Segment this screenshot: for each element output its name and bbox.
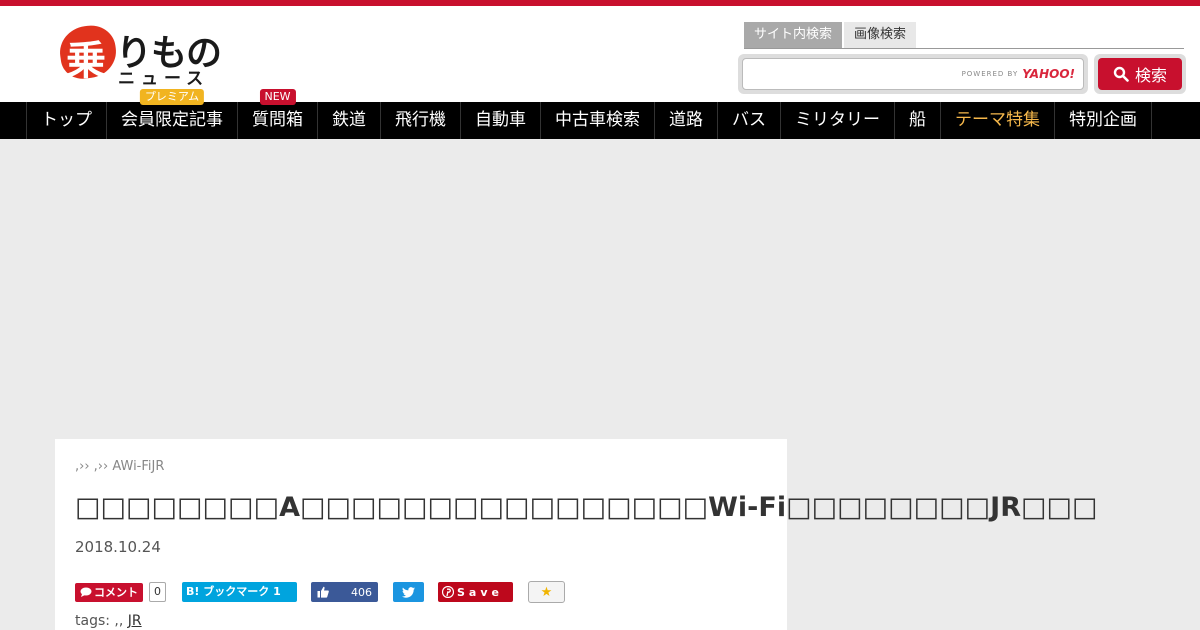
breadcrumb[interactable]: ,›› ,›› AWi-FiJR [75, 459, 767, 474]
nav-label: 船 [909, 110, 926, 130]
comment-label: コメント [94, 586, 138, 599]
search-icon [1113, 66, 1129, 82]
nav-label: 中古車検索 [555, 110, 640, 130]
nav-label: 特別企画 [1069, 110, 1137, 130]
premium-badge: プレミアム [139, 89, 205, 105]
article-title: □□□□□□□□A□□□□□□□□□□□□□□□□Wi-Fi□□□□□□□□JR… [75, 492, 1098, 523]
tags-separators: ,, [114, 613, 128, 629]
article-card: ,›› ,›› AWi-FiJR □□□□□□□□A□□□□□□□□□□□□□□… [55, 439, 1098, 630]
search-box: POWERED BY YAHOO! [738, 54, 1088, 94]
hatena-label: B! ブックマーク [186, 585, 270, 598]
nav-item-members[interactable]: プレミアム 会員限定記事 [106, 89, 237, 139]
yahoo-logo-text: YAHOO! [1022, 67, 1075, 81]
pin-label: Save [457, 585, 503, 599]
nav-item-roads[interactable]: 道路 [654, 102, 717, 139]
search-tabs-divider [744, 48, 1184, 49]
nav-label: 飛行機 [395, 110, 446, 130]
nav-label: トップ [41, 110, 92, 130]
star-icon: ★ [540, 584, 553, 600]
speech-bubble-icon [80, 587, 92, 597]
search-tabs: サイト内検索 画像検索 [744, 22, 917, 48]
article-date: 2018.10.24 [75, 538, 161, 556]
nav-label: テーマ特集 [955, 110, 1040, 130]
pinterest-icon [442, 586, 454, 598]
nav-item-themes[interactable]: テーマ特集 [940, 102, 1054, 139]
facebook-like-button[interactable]: 406 [311, 582, 378, 602]
favorite-button[interactable]: ★ [528, 581, 565, 603]
logo-kanji: 乗 [66, 38, 106, 84]
nav-label: 質問箱 [252, 110, 303, 130]
nav-label: 鉄道 [332, 110, 366, 130]
nav-label: 自動車 [475, 110, 526, 130]
search-input[interactable]: POWERED BY YAHOO! [742, 58, 1084, 90]
thumbs-up-icon [317, 586, 329, 598]
hatena-count: 1 [273, 585, 281, 598]
nav-item-bus[interactable]: バス [717, 102, 780, 139]
tab-site-search[interactable]: サイト内検索 [744, 22, 843, 48]
logo-subtitle: ニュース [118, 69, 210, 89]
tab-image-search[interactable]: 画像検索 [844, 22, 917, 48]
search-button-label: 検索 [1134, 66, 1167, 85]
tag-link-jr[interactable]: JR [128, 613, 142, 629]
nav-item-cars[interactable]: 自動車 [460, 102, 540, 139]
nav-item-used-cars[interactable]: 中古車検索 [540, 102, 654, 139]
share-buttons: コメント 0 B! ブックマーク 1 406 Save ★ [75, 581, 565, 603]
nav-item-railway[interactable]: 鉄道 [317, 102, 380, 139]
nav-item-ships[interactable]: 船 [894, 102, 940, 139]
nav-label: 道路 [669, 110, 703, 130]
search-button-frame: 検索 [1094, 54, 1186, 94]
new-badge: NEW [259, 89, 296, 105]
pinterest-save-button[interactable]: Save [438, 582, 513, 602]
nav-label: ミリタリー [795, 110, 880, 130]
powered-by-text: POWERED BY [961, 70, 1019, 78]
nav-item-top[interactable]: トップ [26, 102, 106, 139]
like-count: 406 [351, 585, 372, 599]
nav-item-aircraft[interactable]: 飛行機 [380, 102, 460, 139]
comment-count: 0 [149, 582, 166, 602]
main-nav: トップ プレミアム 会員限定記事 NEW 質問箱 鉄道 飛行機 自動車 中古車検… [0, 89, 1200, 139]
twitter-bird-icon [402, 586, 415, 598]
nav-item-special[interactable]: 特別企画 [1054, 102, 1152, 139]
yahoo-powered-mark: POWERED BY YAHOO! [962, 67, 1075, 81]
comment-button[interactable]: コメント [75, 582, 143, 602]
nav-label: バス [732, 110, 766, 130]
search-button[interactable]: 検索 [1098, 58, 1182, 90]
nav-item-military[interactable]: ミリタリー [780, 102, 894, 139]
hatena-bookmark-button[interactable]: B! ブックマーク 1 [182, 582, 297, 602]
nav-item-questions[interactable]: NEW 質問箱 [237, 89, 317, 139]
tags-label: tags: [75, 613, 110, 629]
site-logo[interactable]: 乗 りもの ニュース [56, 22, 228, 89]
twitter-share-button[interactable] [393, 582, 424, 602]
article-tags: tags: ,, JR [75, 613, 142, 629]
nav-label: 会員限定記事 [121, 110, 223, 130]
site-header: 乗 りもの ニュース サイト内検索 画像検索 POWERED BY YAHOO!… [0, 6, 1200, 102]
